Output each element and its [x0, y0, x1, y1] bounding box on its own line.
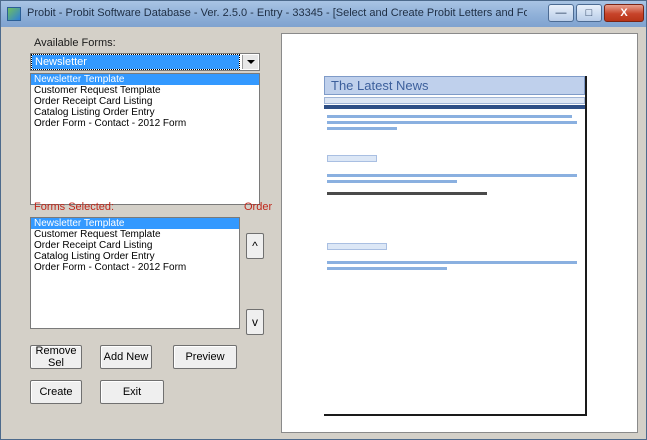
preview-button[interactable]: Preview: [173, 345, 237, 369]
list-item[interactable]: Order Receipt Card Listing: [31, 96, 259, 107]
move-up-button[interactable]: ^: [246, 233, 264, 259]
body-text-line: [327, 180, 457, 183]
newsletter-subtitle-bar: [324, 97, 585, 104]
newsletter-header-rule: [324, 105, 585, 109]
selected-forms-list[interactable]: Newsletter Template Customer Request Tem…: [30, 217, 240, 329]
maximize-button[interactable]: □: [576, 4, 602, 22]
body-text-line: [327, 261, 577, 264]
body-text-line: [327, 127, 397, 130]
body-text-line: [327, 115, 572, 118]
create-button[interactable]: Create: [30, 380, 82, 404]
list-item[interactable]: Customer Request Template: [31, 229, 239, 240]
list-item[interactable]: Newsletter Template: [31, 74, 259, 85]
body-text-line: [327, 267, 447, 270]
list-item[interactable]: Newsletter Template: [31, 218, 239, 229]
forms-selected-label: Forms Selected:: [34, 201, 115, 213]
body-text-line: [327, 121, 577, 124]
form-type-select-value: Newsletter: [31, 54, 240, 70]
title-bar[interactable]: Probit - Probit Software Database - Ver.…: [1, 1, 646, 27]
list-item[interactable]: Catalog Listing Order Entry: [31, 251, 239, 262]
available-forms-label: Available Forms:: [34, 37, 116, 49]
exit-button[interactable]: Exit: [100, 380, 164, 404]
app-window: Probit - Probit Software Database - Ver.…: [0, 0, 647, 440]
document-preview: The Latest News: [281, 33, 638, 433]
list-item[interactable]: Order Receipt Card Listing: [31, 240, 239, 251]
available-forms-list[interactable]: Newsletter Template Customer Request Tem…: [30, 73, 260, 205]
body-text-line: [327, 174, 577, 177]
section-heading: [327, 155, 377, 162]
app-icon: [7, 7, 21, 21]
close-button[interactable]: X: [604, 4, 644, 22]
form-type-select[interactable]: Newsletter: [30, 53, 260, 71]
order-label: Order: [244, 201, 273, 213]
newsletter-title: The Latest News: [324, 76, 585, 95]
list-item[interactable]: Customer Request Template: [31, 85, 259, 96]
chevron-down-icon[interactable]: [242, 55, 258, 69]
body-text-line: [327, 192, 487, 195]
remove-selected-button[interactable]: Remove Sel: [30, 345, 82, 369]
window-title: Probit - Probit Software Database - Ver.…: [27, 7, 527, 19]
section-heading: [327, 243, 387, 250]
preview-page: The Latest News: [324, 76, 587, 416]
add-new-button[interactable]: Add New: [100, 345, 152, 369]
list-item[interactable]: Order Form - Contact - 2012 Form: [31, 118, 259, 129]
minimize-button[interactable]: —: [548, 4, 574, 22]
list-item[interactable]: Order Form - Contact - 2012 Form: [31, 262, 239, 273]
move-down-button[interactable]: v: [246, 309, 264, 335]
list-item[interactable]: Catalog Listing Order Entry: [31, 107, 259, 118]
